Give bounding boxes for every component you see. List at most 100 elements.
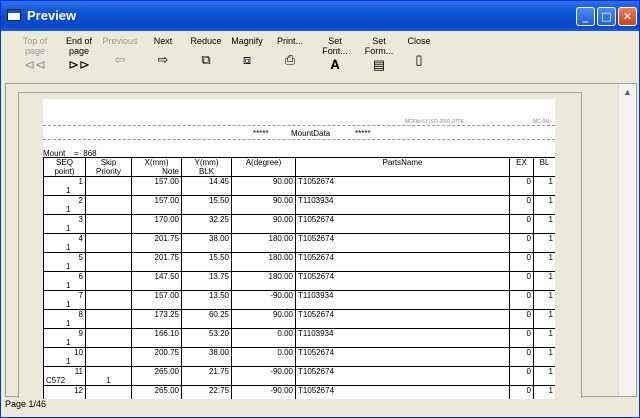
table-row: 12 265.00 22.75 -90.00 T1052674 0 1 <box>43 385 555 399</box>
partsname-cell: T1052674 <box>295 271 510 291</box>
skip-cell <box>85 309 132 329</box>
magnify-label: Magnify <box>231 36 263 46</box>
top-of-page-button[interactable]: Top of page ⊲⊲ <box>19 36 51 72</box>
ex-cell: 0 <box>509 214 534 234</box>
close-button[interactable]: Close ▯ <box>405 36 433 67</box>
seq-cell: 11 <box>43 176 86 196</box>
previous-button[interactable]: Previous ⇦ <box>102 36 138 67</box>
partsname-cell: T1103934 <box>295 195 510 215</box>
magnify-icon: ⧈ <box>242 52 252 67</box>
reduce-label: Reduce <box>190 36 222 46</box>
bl-cell: 1 <box>533 195 555 215</box>
print-button[interactable]: Print... ⎙ <box>275 36 305 67</box>
double-left-arrow-icon: ⊲⊲ <box>24 57 46 72</box>
y-cell: 60.25 <box>181 309 232 329</box>
bl-cell: 1 <box>533 366 555 386</box>
reduce-button[interactable]: Reduce ⧉ <box>190 36 222 67</box>
bl-cell: 1 <box>533 290 555 310</box>
seq-cell: 51 <box>43 252 86 272</box>
vertical-scrollbar[interactable]: ▲ <box>618 84 636 396</box>
window-icon <box>7 9 21 21</box>
seq-cell: 41 <box>43 233 86 253</box>
bl-cell: 1 <box>533 176 555 196</box>
ex-cell: 0 <box>509 385 534 399</box>
toolbar: Top of page ⊲⊲ End of page ⊳⊳ Previous ⇦ Ne… <box>5 32 637 82</box>
maximize-button[interactable]: □ <box>597 7 616 26</box>
partsname-cell: T1052674 <box>295 252 510 272</box>
skip-cell <box>85 385 132 399</box>
table-header-row: SEQ point) Skip Priority X(mm) Note Y(mm) BL… <box>43 157 555 177</box>
bl-cell: 1 <box>533 233 555 253</box>
skip-cell <box>85 176 132 196</box>
bl-cell: 1 <box>533 347 555 367</box>
next-label: Next <box>153 36 173 46</box>
x-cell: 201.75 <box>131 252 182 272</box>
title-stars-left: ***** <box>253 129 269 138</box>
minimize-button[interactable]: _ <box>576 7 595 26</box>
set-form-button[interactable]: Set Form... ▤ <box>363 36 395 72</box>
window-title: Preview <box>27 8 77 23</box>
table-row: 81 173.25 60.25 90.00 T1052674 0 1 <box>43 309 555 329</box>
bl-cell: 1 <box>533 214 555 234</box>
table-row: 10 1 200.75 38.00 0.00 T1052674 0 1 <box>43 347 555 367</box>
x-cell: 170.00 <box>131 214 182 234</box>
angle-cell: -90.00 <box>231 290 296 310</box>
scroll-up-arrow-icon[interactable]: ▲ <box>619 84 636 100</box>
col-x: X(mm) Note <box>131 157 182 177</box>
header-divider <box>43 125 555 126</box>
y-cell: 38.00 <box>181 347 232 367</box>
x-cell: 200.75 <box>131 347 182 367</box>
partsname-cell: T1052674 <box>295 366 510 386</box>
table-row: 41 201.75 38.00 180.00 T1052674 0 1 <box>43 233 555 253</box>
x-cell: 173.25 <box>131 309 182 329</box>
set-font-button[interactable]: Set Font... 𝐀 <box>319 36 351 72</box>
double-right-arrow-icon: ⊳⊳ <box>68 57 90 72</box>
close-window-button[interactable]: ✕ <box>618 7 637 26</box>
partsname-cell: T1103934 <box>295 328 510 348</box>
ex-cell: 0 <box>509 366 534 386</box>
y-cell: 53.20 <box>181 328 232 348</box>
col-angle: A(degree) <box>231 157 296 177</box>
y-cell: 13.50 <box>181 290 232 310</box>
preview-pane[interactable]: MCFile:67 ISO-2091.07TE MC-0M ***** Moun… <box>5 83 637 399</box>
skip-cell <box>85 290 132 310</box>
x-cell: 265.00 <box>131 385 182 399</box>
y-cell: 14.45 <box>181 176 232 196</box>
angle-cell: 90.00 <box>231 309 296 329</box>
x-cell: 157.00 <box>131 176 182 196</box>
table-row: 11 157.00 14.45 90.00 T1052674 0 1 <box>43 176 555 196</box>
angle-cell: 90.00 <box>231 195 296 215</box>
close-label: Close <box>407 36 431 46</box>
close-doc-icon: ▯ <box>415 52 423 67</box>
partsname-cell: T1052674 <box>295 385 510 399</box>
preview-window: Preview _ □ ✕ Top of page ⊲⊲ End of page ⊳… <box>0 0 640 418</box>
font-icon: 𝐀 <box>330 57 340 72</box>
angle-cell: 90.00 <box>231 176 296 196</box>
previous-label: Previous <box>102 36 138 46</box>
table-row: 31 170.00 32.25 90.00 T1052674 0 1 <box>43 214 555 234</box>
end-of-page-button[interactable]: End of page ⊳⊳ <box>61 36 97 72</box>
seq-cell: 11 C572 <box>43 366 86 386</box>
skip-cell <box>85 252 132 272</box>
angle-cell: 0.00 <box>231 328 296 348</box>
x-cell: 201.75 <box>131 233 182 253</box>
col-ex: EX <box>509 157 534 177</box>
title-bar[interactable]: Preview _ □ ✕ <box>1 1 639 31</box>
magnify-button[interactable]: Magnify ⧈ <box>230 36 264 67</box>
printer-icon: ⎙ <box>284 52 296 67</box>
bl-cell: 1 <box>533 328 555 348</box>
next-button[interactable]: Next ⇨ <box>149 36 177 67</box>
col-partsname: PartsName <box>295 157 510 177</box>
set-font-label: Set Font... <box>322 36 348 56</box>
top-of-page-label: Top of page <box>22 36 48 56</box>
table-row: 61 147.50 13.75 180.00 T1052674 0 1 <box>43 271 555 291</box>
col-seq: SEQ point) <box>43 157 86 177</box>
bl-cell: 1 <box>533 309 555 329</box>
partsname-cell: T1052674 <box>295 214 510 234</box>
end-of-page-label: End of page <box>65 36 93 56</box>
y-cell: 21.75 <box>181 366 232 386</box>
table-row: 11 C572 1 265.00 21.75 -90.00 T1052674 0 1 <box>43 366 555 386</box>
skip-cell <box>85 347 132 367</box>
reduce-icon: ⧉ <box>201 52 211 67</box>
ex-cell: 0 <box>509 252 534 272</box>
